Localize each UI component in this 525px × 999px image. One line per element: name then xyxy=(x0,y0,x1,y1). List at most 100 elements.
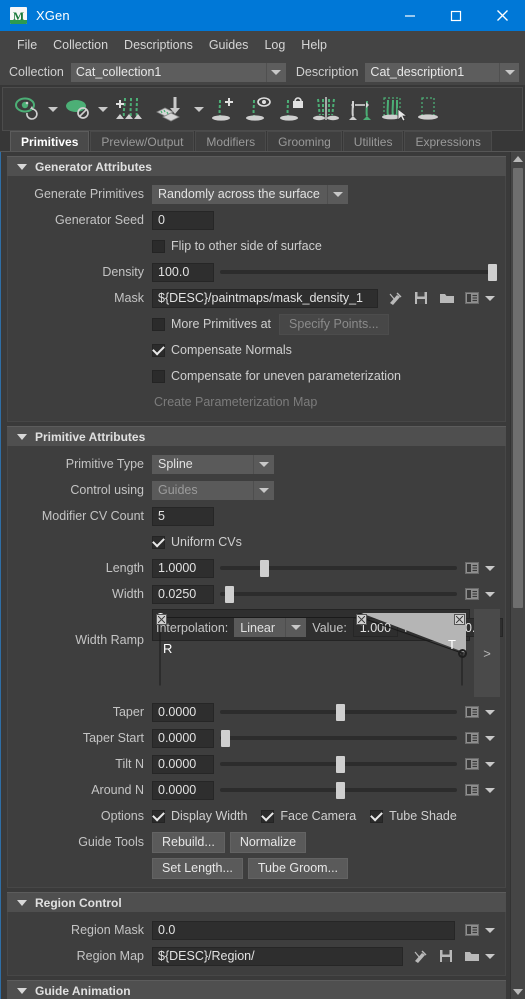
chevron-down-icon[interactable] xyxy=(481,289,499,307)
menu-item-file[interactable]: File xyxy=(9,35,45,55)
region-map-input[interactable]: ${DESC}/Region/ xyxy=(152,946,403,966)
tube-groom-button[interactable]: Tube Groom... xyxy=(247,857,349,879)
tilt-n-input[interactable]: 0.0000 xyxy=(152,754,214,774)
taper-slider[interactable] xyxy=(220,703,457,722)
expression-icon[interactable] xyxy=(463,755,481,773)
select-guides-icon[interactable] xyxy=(377,90,411,128)
control-using-dropdown[interactable]: Guides xyxy=(152,480,274,500)
preview-refresh-dropdown-icon[interactable] xyxy=(45,90,61,128)
length-slider[interactable] xyxy=(220,559,457,578)
mirror-guides-icon[interactable] xyxy=(309,90,343,128)
disable-preview-dropdown-icon[interactable] xyxy=(95,90,111,128)
expression-icon[interactable] xyxy=(463,559,481,577)
density-input[interactable]: 100.0 xyxy=(152,262,214,282)
tab-grooming[interactable]: Grooming xyxy=(267,131,342,151)
region-icon[interactable] xyxy=(411,90,445,128)
scroll-down-icon[interactable] xyxy=(511,985,525,999)
tube-shade-checkbox[interactable]: Tube Shade xyxy=(370,809,457,823)
interpolation-dropdown[interactable]: Linear xyxy=(234,618,307,637)
paint-map-icon[interactable] xyxy=(386,289,404,307)
length-input[interactable]: 1.0000 xyxy=(152,558,214,578)
chevron-down-icon[interactable] xyxy=(481,585,499,603)
taper-start-slider[interactable] xyxy=(220,729,457,748)
add-guide-icon[interactable] xyxy=(207,90,241,128)
chevron-down-icon[interactable] xyxy=(481,921,499,939)
open-folder-icon[interactable] xyxy=(438,289,456,307)
around-n-input[interactable]: 0.0000 xyxy=(152,780,214,800)
show-guide-icon[interactable] xyxy=(241,90,275,128)
chevron-down-icon[interactable] xyxy=(499,62,519,82)
create-parameterization-map-button[interactable]: Create Parameterization Map xyxy=(154,395,317,409)
chevron-down-icon[interactable] xyxy=(481,703,499,721)
ramp-tick-handle[interactable] xyxy=(156,614,167,625)
chevron-down-icon[interactable] xyxy=(481,781,499,799)
expression-icon[interactable] xyxy=(463,921,481,939)
tab-utilities[interactable]: Utilities xyxy=(342,131,404,151)
expression-icon[interactable] xyxy=(463,729,481,747)
menu-item-descriptions[interactable]: Descriptions xyxy=(116,35,201,55)
menu-item-guides[interactable]: Guides xyxy=(201,35,257,55)
ramp-expand-button[interactable]: > xyxy=(474,609,500,697)
ramp-tick-handle[interactable] xyxy=(454,614,465,625)
save-map-icon[interactable] xyxy=(412,289,430,307)
scroll-up-icon[interactable] xyxy=(511,152,525,166)
add-guides-icon[interactable] xyxy=(111,90,151,128)
flip-surface-checkbox[interactable]: Flip to other side of surface xyxy=(152,239,322,253)
lock-guide-icon[interactable] xyxy=(275,90,309,128)
ramp-editor[interactable]: R T Interpolation: Lin xyxy=(152,609,504,686)
preview-refresh-icon[interactable] xyxy=(11,90,45,128)
chevron-down-icon[interactable] xyxy=(253,480,274,500)
section-header-primitive-attributes[interactable]: Primitive Attributes xyxy=(7,426,506,446)
paint-map-icon[interactable] xyxy=(411,947,429,965)
chevron-down-icon[interactable] xyxy=(327,184,348,204)
generate-primitives-dropdown[interactable]: Randomly across the surface xyxy=(152,184,348,204)
compensate-uneven-checkbox[interactable]: Compensate for uneven parameterization xyxy=(152,369,401,383)
expression-icon[interactable] xyxy=(463,289,481,307)
primitive-type-dropdown[interactable]: Spline xyxy=(152,454,274,474)
chevron-down-icon[interactable] xyxy=(481,559,499,577)
chevron-down-icon[interactable] xyxy=(253,454,274,474)
width-slider[interactable] xyxy=(220,585,457,604)
rebuild-button[interactable]: Rebuild... xyxy=(152,831,225,853)
collection-dropdown[interactable]: Cat_collection1 xyxy=(70,62,286,82)
taper-input[interactable]: 0.0000 xyxy=(152,702,214,722)
tab-expressions[interactable]: Expressions xyxy=(404,131,492,151)
normalize-button[interactable]: Normalize xyxy=(229,831,307,853)
import-map-dropdown-icon[interactable] xyxy=(191,90,207,128)
description-dropdown[interactable]: Cat_description1 xyxy=(365,62,519,82)
disable-preview-icon[interactable] xyxy=(61,90,95,128)
ramp-tick-handle[interactable] xyxy=(356,614,367,625)
menu-item-log[interactable]: Log xyxy=(256,35,293,55)
menu-item-help[interactable]: Help xyxy=(293,35,335,55)
region-mask-input[interactable]: 0.0 xyxy=(152,920,455,940)
tab-modifiers[interactable]: Modifiers xyxy=(195,131,267,151)
more-primitives-checkbox[interactable]: More Primitives at xyxy=(152,317,271,331)
specify-points-button[interactable]: Specify Points... xyxy=(279,313,389,335)
compensate-normals-checkbox[interactable]: Compensate Normals xyxy=(152,343,292,357)
display-width-checkbox[interactable]: Display Width xyxy=(152,809,247,823)
face-camera-checkbox[interactable]: Face Camera xyxy=(261,809,356,823)
uniform-cvs-checkbox[interactable]: Uniform CVs xyxy=(152,535,242,549)
convert-guides-icon[interactable] xyxy=(343,90,377,128)
chevron-down-icon[interactable] xyxy=(285,618,307,637)
chevron-down-icon[interactable] xyxy=(481,947,499,965)
close-icon[interactable] xyxy=(479,0,525,31)
open-folder-icon[interactable] xyxy=(463,947,481,965)
chevron-down-icon[interactable] xyxy=(481,729,499,747)
taper-start-input[interactable]: 0.0000 xyxy=(152,728,214,748)
import-map-icon[interactable] xyxy=(151,90,191,128)
around-n-slider[interactable] xyxy=(220,781,457,800)
modifier-cv-count-input[interactable]: 5 xyxy=(152,506,214,526)
tab-primitives[interactable]: Primitives xyxy=(10,131,90,151)
vertical-scrollbar[interactable] xyxy=(510,152,525,999)
expression-icon[interactable] xyxy=(463,703,481,721)
minimize-icon[interactable] xyxy=(387,0,433,31)
set-length-button[interactable]: Set Length... xyxy=(152,857,243,879)
expression-icon[interactable] xyxy=(463,781,481,799)
scrollbar-thumb[interactable] xyxy=(513,168,523,608)
menu-item-collection[interactable]: Collection xyxy=(45,35,116,55)
section-header-region-control[interactable]: Region Control xyxy=(7,892,506,912)
chevron-down-icon[interactable] xyxy=(481,755,499,773)
section-header-guide-animation[interactable]: Guide Animation xyxy=(7,980,506,999)
section-header-generator-attributes[interactable]: Generator Attributes xyxy=(7,156,506,176)
